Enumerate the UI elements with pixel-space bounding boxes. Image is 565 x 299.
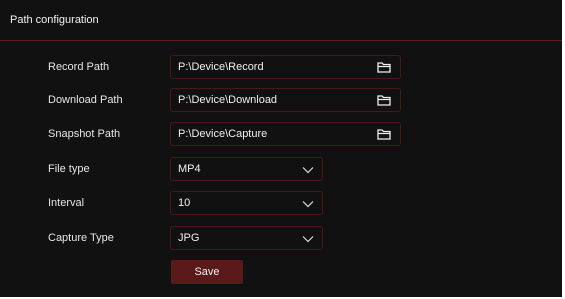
- record-path-field[interactable]: P:\Device\Record: [170, 55, 401, 79]
- folder-icon[interactable]: [377, 128, 391, 140]
- capture-type-label: Capture Type: [48, 232, 114, 244]
- snapshot-path-field[interactable]: P:\Device\Capture: [170, 122, 401, 146]
- file-type-value: MP4: [178, 163, 201, 175]
- download-path-value: P:\Device\Download: [178, 94, 278, 106]
- snapshot-path-value: P:\Device\Capture: [178, 128, 268, 140]
- chevron-down-icon: [302, 236, 314, 243]
- record-path-value: P:\Device\Record: [178, 61, 264, 73]
- folder-icon[interactable]: [377, 94, 391, 106]
- folder-icon[interactable]: [377, 61, 391, 73]
- interval-label: Interval: [48, 197, 85, 209]
- interval-value: 10: [178, 197, 191, 209]
- panel-header: Path configuration: [0, 0, 562, 41]
- save-button[interactable]: Save: [171, 260, 243, 284]
- download-path-label: Download Path: [48, 94, 123, 106]
- chevron-down-icon: [302, 201, 314, 208]
- file-type-select[interactable]: MP4: [170, 157, 323, 181]
- file-type-label: File type: [48, 163, 90, 175]
- record-path-label: Record Path: [48, 61, 110, 73]
- capture-type-select[interactable]: JPG: [170, 226, 323, 250]
- capture-type-value: JPG: [178, 232, 200, 244]
- download-path-field[interactable]: P:\Device\Download: [170, 88, 401, 112]
- interval-select[interactable]: 10: [170, 191, 323, 215]
- path-configuration-panel: Path configuration Record Path P:\Device…: [0, 0, 562, 297]
- snapshot-path-label: Snapshot Path: [48, 128, 121, 140]
- page-title: Path configuration: [10, 14, 99, 26]
- chevron-down-icon: [302, 167, 314, 174]
